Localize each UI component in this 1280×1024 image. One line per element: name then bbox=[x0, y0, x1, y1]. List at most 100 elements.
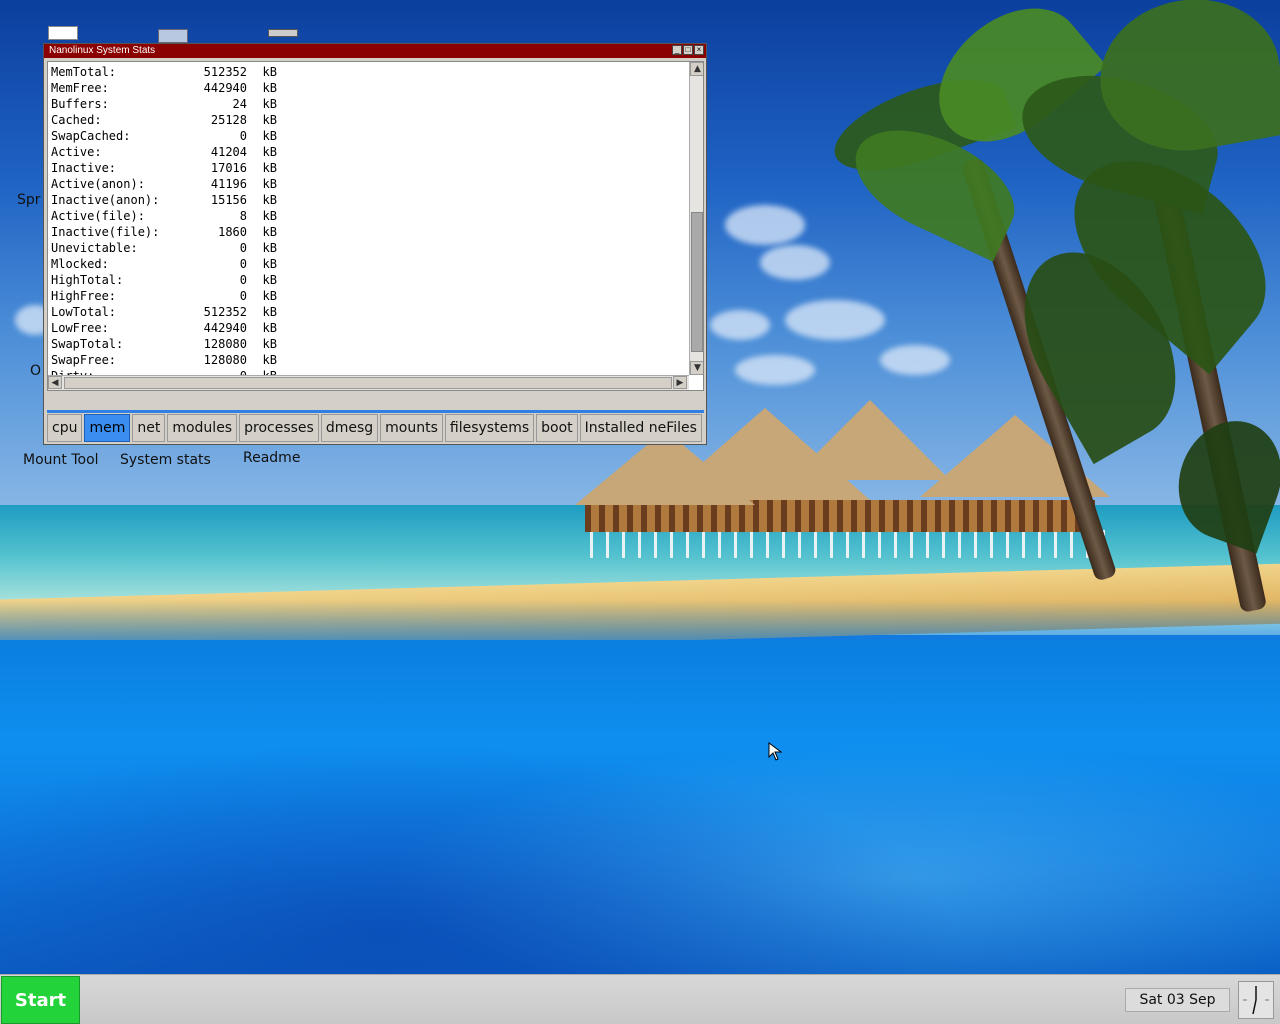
mem-key: Unevictable: bbox=[51, 241, 138, 255]
tab-boot[interactable]: boot bbox=[536, 414, 578, 442]
scroll-right-arrow[interactable]: ▶ bbox=[673, 376, 687, 389]
drive-icon[interactable] bbox=[268, 29, 298, 37]
mem-unit: kB bbox=[262, 353, 277, 367]
mem-row: Active(file): 8 kB bbox=[51, 208, 277, 224]
start-button[interactable]: Start bbox=[1, 976, 80, 1024]
mem-unit: kB bbox=[262, 161, 277, 175]
mem-value: 128080 bbox=[203, 353, 247, 367]
mem-key: LowTotal: bbox=[51, 305, 117, 319]
mem-value: 128080 bbox=[203, 337, 247, 351]
mem-unit: kB bbox=[262, 129, 277, 143]
scroll-down-arrow[interactable]: ▼ bbox=[690, 361, 703, 375]
tab-processes[interactable]: processes bbox=[239, 414, 319, 442]
mem-key: LowFree: bbox=[51, 321, 109, 335]
mem-value: 442940 bbox=[203, 81, 247, 95]
tab-filesystems[interactable]: filesystems bbox=[444, 414, 535, 442]
mem-key: SwapFree: bbox=[51, 353, 117, 367]
mem-key: HighFree: bbox=[51, 289, 117, 303]
mem-row: LowFree: 442940 kB bbox=[51, 320, 277, 336]
tab-mounts[interactable]: mounts bbox=[380, 414, 443, 442]
wallpaper-cloud bbox=[725, 205, 805, 245]
mem-value: 512352 bbox=[203, 305, 247, 319]
vertical-scrollbar[interactable]: ▲ ▼ bbox=[689, 62, 703, 375]
horizontal-scroll-thumb[interactable] bbox=[64, 377, 672, 389]
tab-modules[interactable]: modules bbox=[167, 414, 238, 442]
mem-value: 0 bbox=[239, 241, 247, 255]
mem-key: MemTotal: bbox=[51, 65, 117, 79]
window-titlebar[interactable]: Nanolinux System Stats _ □ × bbox=[44, 44, 706, 58]
mem-unit: kB bbox=[262, 81, 277, 95]
tab-installed-nefiles[interactable]: Installed neFiles bbox=[579, 414, 702, 442]
system-stats-window[interactable]: Nanolinux System Stats _ □ × MemTotal: 51… bbox=[43, 43, 707, 445]
mem-unit: kB bbox=[262, 193, 277, 207]
wallpaper-cloud bbox=[880, 345, 950, 375]
tab-net[interactable]: net bbox=[132, 414, 166, 442]
mem-value: 512352 bbox=[203, 65, 247, 79]
mem-row: Active: 41204 kB bbox=[51, 144, 277, 160]
mem-row: Inactive(anon): 15156 kB bbox=[51, 192, 277, 208]
mem-key: SwapCached: bbox=[51, 129, 131, 143]
scroll-left-arrow[interactable]: ◀ bbox=[48, 376, 62, 389]
mem-value: 8 bbox=[239, 209, 247, 223]
maximize-button[interactable]: □ bbox=[683, 45, 693, 55]
mem-unit: kB bbox=[262, 305, 277, 319]
picture-icon[interactable] bbox=[158, 29, 188, 43]
window-title: Nanolinux System Stats bbox=[49, 45, 156, 56]
mem-row: SwapTotal: 128080 kB bbox=[51, 336, 277, 352]
mem-value: 0 bbox=[239, 257, 247, 271]
mem-key: Buffers: bbox=[51, 97, 109, 111]
desktop-icon-system-stats[interactable]: System stats bbox=[120, 452, 211, 468]
mem-value: 442940 bbox=[203, 321, 247, 335]
mem-unit: kB bbox=[262, 97, 277, 111]
mem-row: Buffers: 24 kB bbox=[51, 96, 277, 112]
mem-key: Inactive(file): bbox=[51, 225, 160, 239]
tab-mem[interactable]: mem bbox=[84, 414, 131, 442]
tab-bar: cpu mem net modules processes dmesg mounts file… bbox=[47, 414, 702, 442]
desktop-partial-label-o: O bbox=[30, 363, 42, 379]
close-button[interactable]: × bbox=[694, 45, 704, 55]
mem-value: 25128 bbox=[210, 113, 247, 127]
clock-icon[interactable] bbox=[1238, 981, 1274, 1019]
mem-value: 15156 bbox=[210, 193, 247, 207]
mem-row: Inactive(file): 1860 kB bbox=[51, 224, 277, 240]
wallpaper-cloud bbox=[785, 300, 885, 340]
desktop-icon-readme[interactable]: Readme bbox=[243, 450, 300, 466]
mem-value: 41196 bbox=[210, 177, 247, 191]
mem-row: Mlocked: 0 kB bbox=[51, 256, 277, 272]
desktop-partial-label-spr: Spr bbox=[17, 192, 41, 208]
mem-row: SwapCached: 0 kB bbox=[51, 128, 277, 144]
mem-row: MemFree: 442940 kB bbox=[51, 80, 277, 96]
mouse-cursor bbox=[768, 742, 783, 761]
mem-row: LowTotal: 512352 kB bbox=[51, 304, 277, 320]
mem-key: Cached: bbox=[51, 113, 102, 127]
mem-value: 0 bbox=[239, 289, 247, 303]
wallpaper-cloud bbox=[710, 310, 770, 340]
cards-icon[interactable] bbox=[48, 26, 78, 40]
mem-key: Active(file): bbox=[51, 209, 145, 223]
clock-hands bbox=[1243, 986, 1269, 1015]
mem-row: SwapFree: 128080 kB bbox=[51, 352, 277, 368]
tab-separator bbox=[47, 410, 704, 413]
mem-unit: kB bbox=[262, 321, 277, 335]
minimize-button[interactable]: _ bbox=[672, 45, 682, 55]
mem-unit: kB bbox=[262, 273, 277, 287]
desktop-icon-mount-tool[interactable]: Mount Tool bbox=[23, 452, 99, 468]
mem-key: SwapTotal: bbox=[51, 337, 124, 351]
mem-row: Unevictable: 0 kB bbox=[51, 240, 277, 256]
tab-dmesg[interactable]: dmesg bbox=[320, 414, 379, 442]
tab-cpu[interactable]: cpu bbox=[47, 414, 83, 442]
scroll-up-arrow[interactable]: ▲ bbox=[690, 62, 703, 76]
mem-unit: kB bbox=[262, 209, 277, 223]
wallpaper-stilts bbox=[590, 530, 1110, 558]
mem-row: HighFree: 0 kB bbox=[51, 288, 277, 304]
taskbar-date[interactable]: Sat 03 Sep bbox=[1125, 988, 1230, 1012]
system-stats-label: System stats bbox=[120, 452, 211, 468]
mount-tool-label: Mount Tool bbox=[23, 452, 99, 468]
wallpaper-cloud bbox=[760, 245, 830, 280]
horizontal-scrollbar[interactable]: ◀ ▶ bbox=[48, 375, 689, 390]
vertical-scroll-thumb[interactable] bbox=[691, 212, 703, 352]
mem-unit: kB bbox=[262, 65, 277, 79]
mem-info-view[interactable]: MemTotal: 512352 kB MemFree: 442940 kB Buffers… bbox=[47, 61, 704, 391]
wallpaper-cloud bbox=[735, 355, 815, 385]
mem-key: Mlocked: bbox=[51, 257, 109, 271]
